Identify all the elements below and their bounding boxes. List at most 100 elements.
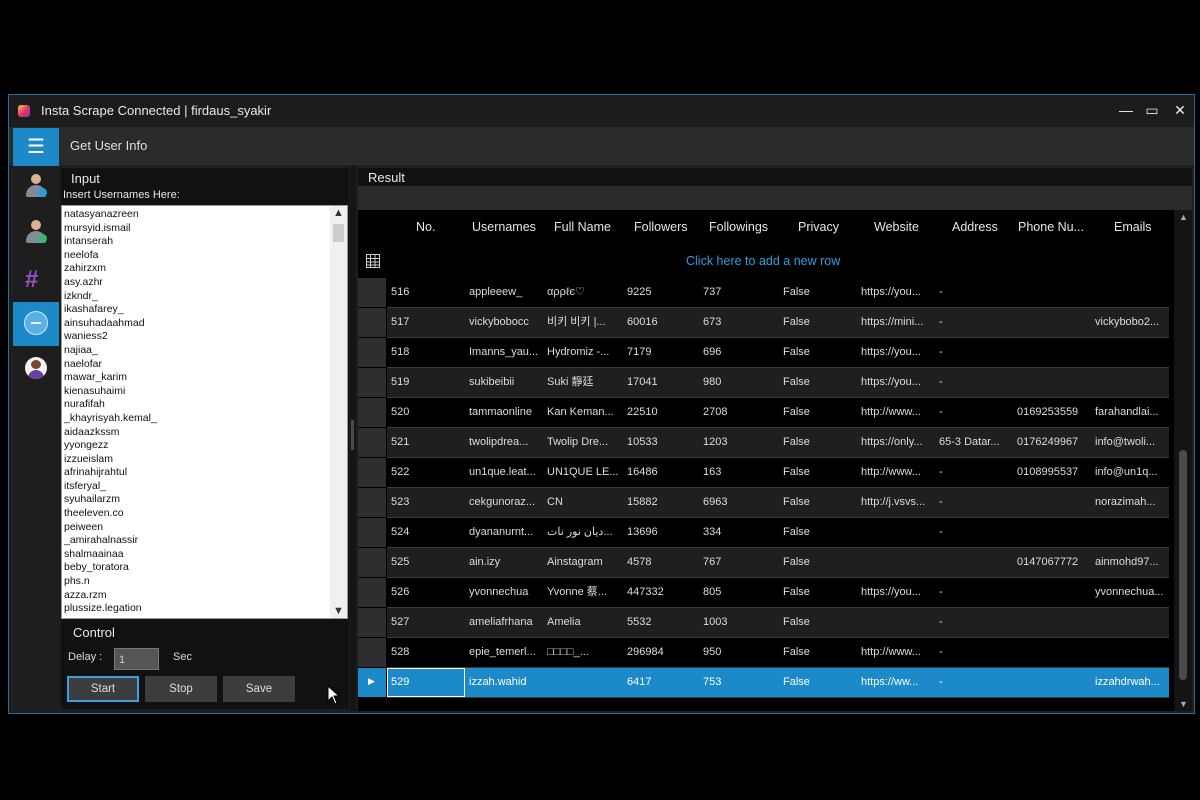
cell-followings[interactable]: 950	[703, 638, 779, 667]
cell-website[interactable]: http://www...	[861, 458, 935, 487]
cell-email[interactable]	[1095, 278, 1169, 307]
start-button[interactable]: Start	[67, 676, 139, 702]
cell-privacy[interactable]: False	[783, 308, 857, 337]
cell-followers[interactable]: 17041	[627, 368, 699, 397]
cell-address[interactable]: -	[939, 488, 1013, 517]
cell-no[interactable]: 524	[391, 518, 465, 547]
cell-followers[interactable]: 296984	[627, 638, 699, 667]
cell-privacy[interactable]: False	[783, 278, 857, 307]
panel-splitter[interactable]	[350, 166, 356, 711]
cell-followings[interactable]: 2708	[703, 398, 779, 427]
cell-address[interactable]: -	[939, 338, 1013, 367]
splitter-grip[interactable]	[351, 420, 354, 450]
cell-address[interactable]: -	[939, 368, 1013, 397]
cell-email[interactable]: yvonnechua...	[1095, 578, 1169, 607]
cell-email[interactable]: ainmohd97...	[1095, 548, 1169, 577]
row-selector[interactable]: ▶	[358, 668, 386, 697]
row-selector[interactable]	[358, 398, 386, 427]
cell-email[interactable]	[1095, 338, 1169, 367]
cell-email[interactable]: info@un1q...	[1095, 458, 1169, 487]
column-header-usernames[interactable]: Usernames	[472, 210, 536, 244]
cell-privacy[interactable]: False	[783, 578, 857, 607]
row-selector[interactable]	[358, 578, 386, 607]
cell-followers[interactable]: 4578	[627, 548, 699, 577]
row-selector[interactable]	[358, 278, 386, 307]
cell-phone[interactable]	[1017, 668, 1091, 697]
cell-username[interactable]: dyananurnt...	[469, 518, 545, 547]
cell-followings[interactable]: 753	[703, 668, 779, 697]
cell-no[interactable]: 522	[391, 458, 465, 487]
hamburger-menu-button[interactable]: ☰	[13, 128, 59, 166]
cell-phone[interactable]	[1017, 368, 1091, 397]
cell-no[interactable]: 518	[391, 338, 465, 367]
cell-username[interactable]: epie_temerl...	[469, 638, 545, 667]
sidebar-item-globe[interactable]	[13, 302, 59, 346]
cell-privacy[interactable]: False	[783, 668, 857, 697]
cell-full-name[interactable]: Ainstagram	[547, 548, 623, 577]
cell-phone[interactable]: 0169253559	[1017, 398, 1091, 427]
cell-email[interactable]: info@twoli...	[1095, 428, 1169, 457]
table-row[interactable]: 529 izzah.wahid 6417 753 False https://ww... -…	[387, 668, 1169, 698]
cell-privacy[interactable]: False	[783, 488, 857, 517]
row-selector[interactable]	[358, 428, 386, 457]
row-selector[interactable]	[358, 608, 386, 637]
cell-privacy[interactable]: False	[783, 638, 857, 667]
cell-website[interactable]: https://you...	[861, 368, 935, 397]
table-row[interactable]: 519 sukibeibii Suki 靜廷 17041 980 False https:/…	[387, 368, 1169, 398]
cell-followers[interactable]: 6417	[627, 668, 699, 697]
cell-full-name[interactable]: □□□□_...	[547, 638, 623, 667]
cell-phone[interactable]: 0108995537	[1017, 458, 1091, 487]
cell-no[interactable]: 520	[391, 398, 465, 427]
cell-phone[interactable]: 0176249967	[1017, 428, 1091, 457]
sidebar-item-user-info[interactable]	[13, 212, 59, 256]
usernames-textarea[interactable]: natasyanazreen mursyid.ismail intanserah ne…	[61, 205, 348, 619]
cell-phone[interactable]	[1017, 608, 1091, 637]
row-selector[interactable]	[358, 368, 386, 397]
column-header-website[interactable]: Website	[874, 210, 919, 244]
cell-no[interactable]: 521	[391, 428, 465, 457]
cell-website[interactable]: http://www...	[861, 398, 935, 427]
row-selector[interactable]	[358, 308, 386, 337]
cell-username[interactable]: yvonnechua	[469, 578, 545, 607]
cell-full-name[interactable]: Kan Keman...	[547, 398, 623, 427]
cell-username[interactable]: Imanns_yau...	[469, 338, 545, 367]
cell-privacy[interactable]: False	[783, 608, 857, 637]
cell-address[interactable]: 65-3 Datar...	[939, 428, 1013, 457]
row-selector[interactable]	[358, 458, 386, 487]
cell-full-name[interactable]: Hydromiz -...	[547, 338, 623, 367]
cell-username[interactable]: un1que.leat...	[469, 458, 545, 487]
cell-website[interactable]: https://you...	[861, 578, 935, 607]
delay-input[interactable]: 1	[114, 648, 159, 670]
cell-full-name[interactable]: CN	[547, 488, 623, 517]
column-header-privacy[interactable]: Privacy	[798, 210, 839, 244]
maximize-button[interactable]: ▭	[1141, 99, 1163, 121]
column-header-full-name[interactable]: Full Name	[554, 210, 611, 244]
cell-username[interactable]: cekgunoraz...	[469, 488, 545, 517]
cell-email[interactable]: vickybobo2...	[1095, 308, 1169, 337]
cell-followers[interactable]: 16486	[627, 458, 699, 487]
cell-privacy[interactable]: False	[783, 428, 857, 457]
cell-email[interactable]	[1095, 638, 1169, 667]
cell-email[interactable]	[1095, 518, 1169, 547]
cell-no[interactable]: 529	[391, 668, 465, 697]
row-selector[interactable]	[358, 638, 386, 667]
cell-followers[interactable]: 5532	[627, 608, 699, 637]
cell-no[interactable]: 517	[391, 308, 465, 337]
cell-address[interactable]: -	[939, 308, 1013, 337]
cell-full-name[interactable]: Amelia	[547, 608, 623, 637]
cell-username[interactable]: tammaonline	[469, 398, 545, 427]
table-row[interactable]: 521 twolipdrea... Twolip Dre... 10533 1203 Fa…	[387, 428, 1169, 458]
cell-privacy[interactable]: False	[783, 368, 857, 397]
cell-followings[interactable]: 163	[703, 458, 779, 487]
cell-full-name[interactable]	[547, 668, 623, 697]
cell-address[interactable]: -	[939, 518, 1013, 547]
cell-phone[interactable]	[1017, 278, 1091, 307]
cell-followings[interactable]: 1003	[703, 608, 779, 637]
cell-full-name[interactable]: دیان نور نات...	[547, 518, 623, 547]
cell-followers[interactable]: 7179	[627, 338, 699, 367]
cell-full-name[interactable]: Suki 靜廷	[547, 368, 623, 397]
cell-privacy[interactable]: False	[783, 518, 857, 547]
cell-address[interactable]: -	[939, 668, 1013, 697]
sidebar-item-user-settings[interactable]	[13, 166, 59, 210]
new-row[interactable]: Click here to add a new row	[358, 246, 1170, 276]
